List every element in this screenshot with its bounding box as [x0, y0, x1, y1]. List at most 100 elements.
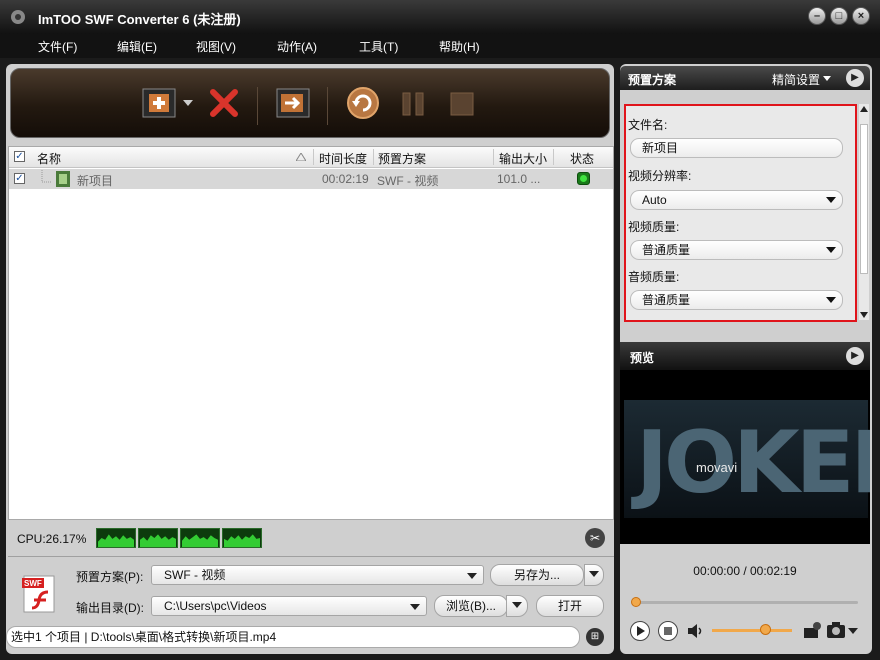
settings-tools-icon[interactable]: ✂	[585, 528, 605, 548]
profile-panel-title: 预置方案	[628, 73, 677, 87]
svg-text:SWF: SWF	[24, 579, 42, 588]
row-duration: 00:02:19	[322, 172, 369, 186]
chevron-down-icon	[589, 571, 599, 577]
close-button[interactable]: ×	[852, 7, 870, 25]
preview-frame-title: JOKER	[636, 413, 870, 513]
menu-help[interactable]: 帮助(H)	[439, 38, 480, 55]
audio-quality-select[interactable]: 普通质量	[630, 290, 843, 310]
app-icon	[11, 10, 25, 24]
chevron-down-icon	[826, 247, 836, 253]
file-list-header: ✓ 名称 时间长度 预置方案 输出大小 状态	[9, 147, 613, 168]
save-as-dropdown-button[interactable]	[584, 564, 604, 586]
add-dropdown-icon[interactable]	[183, 100, 193, 108]
chevron-down-icon	[467, 573, 477, 579]
output-directory-value: C:\Users\pc\Videos	[164, 599, 267, 613]
chevron-down-icon	[823, 76, 831, 81]
settings-scrollbar[interactable]	[859, 104, 869, 320]
chevron-down-icon	[512, 602, 522, 608]
audio-quality-value: 普通质量	[642, 293, 691, 307]
select-all-checkbox[interactable]: ✓	[14, 151, 25, 162]
filename-label: 文件名:	[628, 118, 668, 132]
open-button[interactable]: 打开	[536, 595, 604, 617]
snapshot-settings-icon[interactable]	[802, 620, 822, 640]
column-name[interactable]: 名称	[37, 150, 61, 167]
menu-tools[interactable]: 工具(T)	[359, 38, 398, 55]
volume-icon[interactable]	[686, 622, 706, 640]
row-name: 新项目	[77, 174, 114, 188]
profile-panel-header: 预置方案 精简设置 ▶	[620, 66, 870, 90]
table-row[interactable]: ✓ 新项目 00:02:19 SWF - 视频 101.0 ...	[9, 169, 613, 189]
audio-quality-label: 音频质量:	[628, 270, 680, 284]
maximize-button[interactable]: □	[830, 7, 848, 25]
video-file-icon	[56, 171, 70, 187]
add-to-output-icon[interactable]	[275, 85, 311, 121]
seek-bar[interactable]	[636, 601, 858, 604]
seek-handle[interactable]	[631, 597, 641, 607]
chevron-down-icon[interactable]	[848, 628, 858, 636]
profile-select[interactable]: SWF - 视频	[151, 565, 484, 585]
remove-icon[interactable]	[209, 88, 239, 118]
play-button[interactable]	[630, 621, 650, 641]
column-duration[interactable]: 时间长度	[319, 150, 367, 167]
row-checkbox[interactable]: ✓	[14, 173, 25, 184]
filename-input[interactable]: 新项目	[630, 138, 843, 158]
video-quality-value: 普通质量	[642, 243, 691, 257]
swf-format-icon: SWF	[22, 575, 55, 613]
resolution-value: Auto	[642, 193, 667, 207]
browse-button[interactable]: 浏览(B)...	[434, 595, 508, 617]
log-icon[interactable]: ⊞	[586, 628, 604, 646]
play-icon	[637, 626, 645, 636]
menu-view[interactable]: 视图(V)	[196, 38, 236, 55]
convert-icon[interactable]	[346, 86, 380, 120]
preview-screen: JOKER movavi	[620, 370, 870, 544]
add-file-icon[interactable]	[141, 85, 177, 121]
filename-value: 新项目	[642, 141, 679, 155]
row-size: 101.0 ...	[497, 172, 541, 186]
cpu-graph-4	[222, 528, 262, 548]
stop-icon[interactable]	[449, 91, 475, 117]
file-list: ✓ 名称 时间长度 预置方案 输出大小 状态 ✓ 新项目 00:02:19 SW…	[8, 146, 614, 520]
stop-button[interactable]	[658, 621, 678, 641]
video-quality-select[interactable]: 普通质量	[630, 240, 843, 260]
cpu-usage: CPU:26.17%	[17, 532, 87, 546]
sort-up-icon	[296, 153, 306, 161]
column-size[interactable]: 输出大小	[499, 150, 547, 167]
expand-arrow-icon[interactable]: ▶	[846, 347, 864, 365]
chevron-down-icon	[410, 604, 420, 610]
output-directory-select[interactable]: C:\Users\pc\Videos	[151, 596, 427, 616]
cpu-graph-2	[138, 528, 178, 548]
scroll-down-icon[interactable]	[860, 312, 868, 318]
row-profile: SWF - 视频	[377, 174, 439, 188]
window-title: ImTOO SWF Converter 6 (未注册)	[38, 12, 241, 27]
save-as-button[interactable]: 另存为...	[490, 564, 584, 586]
camera-icon[interactable]	[826, 621, 846, 639]
menu-file[interactable]: 文件(F)	[38, 38, 77, 55]
column-status[interactable]: 状态	[570, 150, 594, 167]
resolution-select[interactable]: Auto	[630, 190, 843, 210]
chevron-down-icon	[826, 297, 836, 303]
preview-time: 00:00:00 / 00:02:19	[693, 564, 797, 578]
volume-slider[interactable]	[712, 629, 792, 632]
menu-bar: 文件(F) 编辑(E) 视图(V) 动作(A) 工具(T) 帮助(H)	[0, 34, 880, 58]
video-quality-label: 视频质量:	[628, 220, 680, 234]
title-bar: ImTOO SWF Converter 6 (未注册) – □ ×	[0, 0, 880, 34]
expand-arrow-icon[interactable]: ▶	[846, 69, 864, 87]
menu-action[interactable]: 动作(A)	[277, 38, 317, 55]
toolbar	[10, 68, 610, 138]
menu-edit[interactable]: 编辑(E)	[117, 38, 157, 55]
resolution-label: 视频分辨率:	[628, 169, 692, 183]
browse-dropdown-button[interactable]	[506, 595, 528, 617]
chevron-down-icon	[826, 197, 836, 203]
volume-handle[interactable]	[760, 624, 771, 635]
scroll-thumb[interactable]	[860, 124, 868, 274]
minimize-button[interactable]: –	[808, 7, 826, 25]
preview-header: 预览 ▶	[620, 342, 870, 370]
pause-icon[interactable]	[400, 91, 426, 117]
cpu-graph-3	[180, 528, 220, 548]
status-ready-icon	[577, 172, 590, 185]
profile-select-value: SWF - 视频	[164, 568, 226, 582]
column-profile[interactable]: 预置方案	[378, 150, 426, 167]
scroll-up-icon[interactable]	[860, 106, 868, 112]
advanced-settings-link[interactable]: 精简设置	[772, 71, 820, 88]
preview-frame: JOKER movavi	[624, 400, 870, 518]
